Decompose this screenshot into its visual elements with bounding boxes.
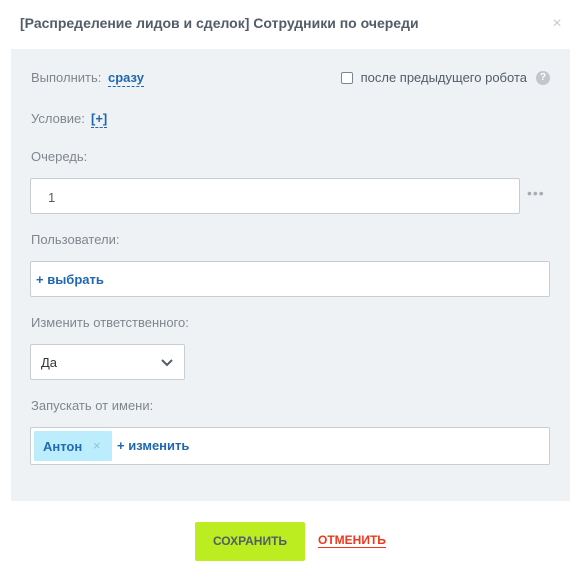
chevron-down-icon bbox=[161, 359, 173, 367]
dialog-header: [Распределение лидов и сделок] Сотрудник… bbox=[0, 0, 578, 50]
user-tag-name: Антон bbox=[43, 439, 83, 454]
run-as-change-link[interactable]: + изменить bbox=[117, 438, 189, 453]
change-responsible-value: Да bbox=[41, 355, 58, 370]
execute-timing-link[interactable]: сразу bbox=[108, 69, 144, 87]
after-previous-label: после предыдущего робота bbox=[360, 70, 527, 85]
dialog-title: [Распределение лидов и сделок] Сотрудник… bbox=[20, 15, 419, 31]
users-select-link[interactable]: + выбрать bbox=[36, 272, 104, 287]
users-selector: + выбрать bbox=[30, 261, 550, 297]
robot-settings-dialog: [Распределение лидов и сделок] Сотрудник… bbox=[0, 0, 578, 579]
cancel-button[interactable]: ОТМЕНИТЬ bbox=[318, 534, 386, 548]
close-icon[interactable]: × bbox=[550, 16, 564, 32]
settings-panel: Выполнить: сразу после предыдущего робот… bbox=[11, 49, 570, 501]
run-as-selector: Антон × + изменить bbox=[30, 427, 550, 465]
tag-remove-icon[interactable]: × bbox=[93, 438, 101, 453]
change-responsible-select[interactable]: Да bbox=[30, 344, 185, 380]
help-icon[interactable]: ? bbox=[536, 70, 550, 85]
more-dots-icon[interactable]: ••• bbox=[527, 186, 547, 200]
after-previous-checkbox[interactable] bbox=[340, 71, 353, 84]
run-as-label: Запускать от имени: bbox=[31, 398, 154, 413]
change-responsible-label: Изменить ответственного: bbox=[31, 315, 189, 330]
queue-label: Очередь: bbox=[31, 149, 88, 164]
condition-add-link[interactable]: [+] bbox=[91, 110, 108, 128]
execute-label: Выполнить: bbox=[31, 70, 102, 85]
after-previous-option: после предыдущего робота ? bbox=[340, 70, 550, 85]
queue-input[interactable]: 1 bbox=[30, 178, 520, 214]
user-tag: Антон × bbox=[34, 431, 112, 461]
condition-label: Условие: bbox=[31, 111, 85, 126]
queue-value: 1 bbox=[48, 190, 56, 205]
save-button[interactable]: СОХРАНИТЬ bbox=[195, 522, 305, 561]
users-label: Пользователи: bbox=[31, 232, 120, 247]
